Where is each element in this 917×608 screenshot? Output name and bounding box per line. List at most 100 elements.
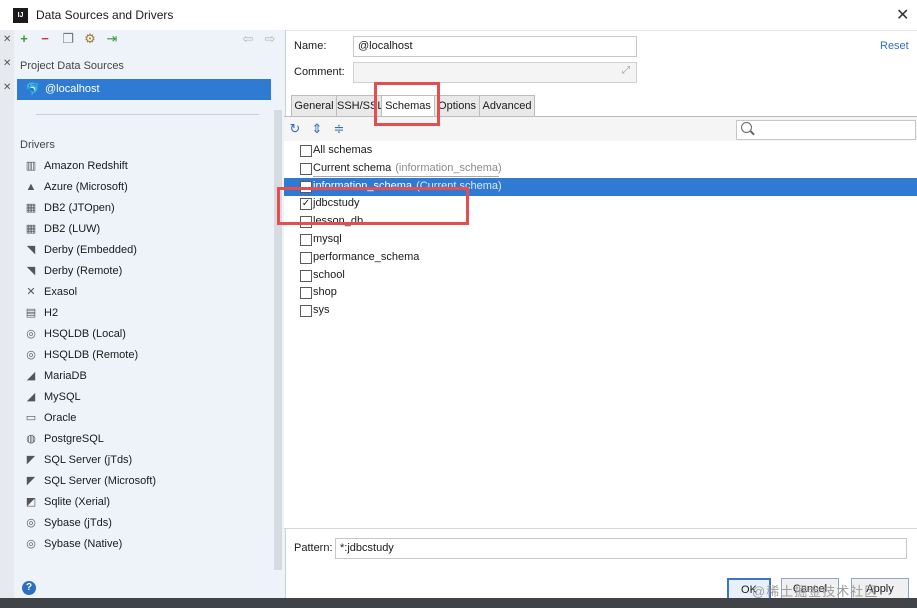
driver-item[interactable]: ◎ Sybase (Native) [24, 535, 264, 555]
driver-label: Oracle [44, 412, 77, 424]
schema-checkbox[interactable] [300, 162, 312, 175]
driver-item[interactable]: ▦ DB2 (JTOpen) [24, 199, 264, 219]
pattern-label: Pattern: [294, 542, 333, 554]
driver-label: Sqlite (Xerial) [44, 496, 111, 508]
close-icon[interactable]: ✕ [896, 5, 909, 25]
driver-label: MariaDB [44, 370, 87, 382]
title-bar: IJ Data Sources and Drivers ✕ [0, 0, 917, 31]
driver-item[interactable]: ◥ Derby (Embedded) [24, 241, 264, 261]
gutter-close-icon: ✕ [3, 58, 12, 69]
driver-label: Sybase (Native) [44, 538, 123, 550]
schema-row[interactable]: mysql [284, 231, 917, 249]
schema-checkbox[interactable] [300, 287, 312, 300]
schema-row[interactable]: school [284, 267, 917, 285]
taskbar-strip [0, 598, 917, 608]
drivers-icon-item: ◢ [26, 391, 36, 403]
schema-checkbox[interactable] [300, 234, 312, 246]
schema-row[interactable]: shop [284, 284, 917, 302]
name-label: Name: [294, 40, 327, 52]
driver-label: MySQL [44, 391, 81, 403]
driver-item[interactable]: ▲ Azure (Microsoft) [24, 178, 264, 198]
driver-label: Derby (Embedded) [44, 244, 137, 256]
forward-icon[interactable]: ⇨ [263, 32, 277, 46]
drivers-icon-item: ▦ [25, 202, 37, 214]
driver-label: DB2 (JTOpen) [44, 202, 115, 214]
driver-item[interactable]: ◎ HSQLDB (Remote) [24, 346, 264, 366]
drivers-icon-item: ◢ [26, 370, 36, 382]
driver-settings-icon[interactable]: ⚙ [83, 32, 97, 46]
drivers-icon-item: ▭ [25, 412, 37, 424]
driver-label: Exasol [44, 286, 78, 298]
schema-row[interactable]: performance_schema [284, 249, 917, 267]
driver-item[interactable]: ◎ HSQLDB (Local) [24, 325, 264, 345]
project-data-sources-heading: Project Data Sources [20, 60, 124, 72]
expand-icon[interactable]: ⤢ [622, 65, 630, 76]
comment-field[interactable] [353, 62, 637, 83]
tab-advanced[interactable]: Advanced [479, 95, 535, 116]
driver-item[interactable]: ◢ MySQL [24, 388, 264, 408]
drivers-icon-item: ◍ [26, 433, 36, 445]
driver-item[interactable]: ✕ Exasol [24, 283, 264, 303]
reset-link[interactable]: Reset [880, 40, 909, 52]
driver-item[interactable]: ◤ SQL Server (jTds) [24, 451, 264, 471]
drivers-icon-item: ◩ [25, 496, 37, 508]
schema-checkbox[interactable] [300, 305, 312, 318]
schema-hint: (information_schema) [395, 161, 502, 174]
editor-gutter: ✕ ✕ ✕ [0, 30, 14, 608]
driver-item[interactable]: ▥ Amazon Redshift [24, 157, 264, 177]
annotation-box [374, 82, 440, 126]
remove-icon[interactable]: − [38, 32, 52, 46]
divider [36, 114, 259, 115]
name-input[interactable]: @localhost [353, 36, 637, 57]
drivers-icon-item: ▦ [25, 223, 37, 235]
driver-item[interactable]: ◩ Sqlite (Xerial) [24, 493, 264, 513]
schema-label: school [313, 268, 345, 281]
window-title: Data Sources and Drivers [36, 8, 174, 22]
schema-row[interactable]: All schemas [284, 142, 917, 160]
add-icon[interactable]: + [17, 32, 31, 46]
driver-item[interactable]: ▦ DB2 (LUW) [24, 220, 264, 240]
schema-checkbox[interactable] [300, 145, 312, 157]
driver-item[interactable]: ▤ H2 [24, 304, 264, 324]
driver-item[interactable]: ◍ PostgreSQL [24, 430, 264, 450]
driver-item[interactable]: ◎ Sybase (jTds) [24, 514, 264, 534]
name-value: @localhost [358, 40, 413, 52]
tab-general[interactable]: General [291, 95, 337, 116]
import-icon[interactable]: ⇥ [105, 32, 119, 46]
schema-label: Current schema [313, 161, 392, 174]
drivers-icon-item: ◥ [26, 244, 36, 256]
driver-label: H2 [44, 307, 59, 319]
drivers-icon-item: ◎ [26, 517, 36, 529]
search-icon [741, 122, 752, 133]
pattern-input[interactable]: *:jdbcstudy [335, 538, 907, 559]
drivers-icon-item: ◥ [26, 265, 36, 277]
schema-checkbox[interactable] [300, 269, 312, 282]
back-icon[interactable]: ⇦ [241, 32, 255, 46]
drivers-icon-item: ◤ [26, 475, 36, 487]
driver-item[interactable]: ◤ SQL Server (Microsoft) [24, 472, 264, 492]
collapse-all-icon[interactable]: ≑ [331, 121, 347, 137]
driver-item[interactable]: ◢ MariaDB [24, 367, 264, 387]
tab-options[interactable]: Options [434, 95, 480, 116]
schema-label: performance_schema [313, 250, 420, 263]
schema-label: mysql [313, 233, 342, 245]
schema-label: All schemas [313, 144, 373, 156]
divider [313, 176, 499, 177]
driver-label: SQL Server (jTds) [44, 454, 133, 466]
refresh-icon[interactable]: ↻ [287, 121, 303, 137]
expand-all-icon[interactable]: ⇕ [309, 121, 325, 137]
drivers-icon-item: ✕ [26, 286, 36, 298]
drivers-icon-item: ◎ [26, 349, 36, 361]
data-source-label: @localhost [45, 83, 100, 95]
driver-label: HSQLDB (Remote) [44, 349, 139, 361]
schema-search-input[interactable] [736, 120, 916, 140]
schema-row[interactable]: sys [284, 302, 917, 320]
driver-item[interactable]: ▭ Oracle [24, 409, 264, 429]
driver-label: SQL Server (Microsoft) [44, 475, 157, 487]
help-icon[interactable]: ? [22, 581, 36, 595]
schema-checkbox[interactable] [300, 251, 312, 264]
sidebar-scrollbar[interactable] [274, 110, 282, 570]
driver-item[interactable]: ◥ Derby (Remote) [24, 262, 264, 282]
duplicate-icon[interactable]: ❐ [61, 32, 75, 46]
data-source-item-localhost[interactable]: 🐬 @localhost [17, 79, 271, 100]
